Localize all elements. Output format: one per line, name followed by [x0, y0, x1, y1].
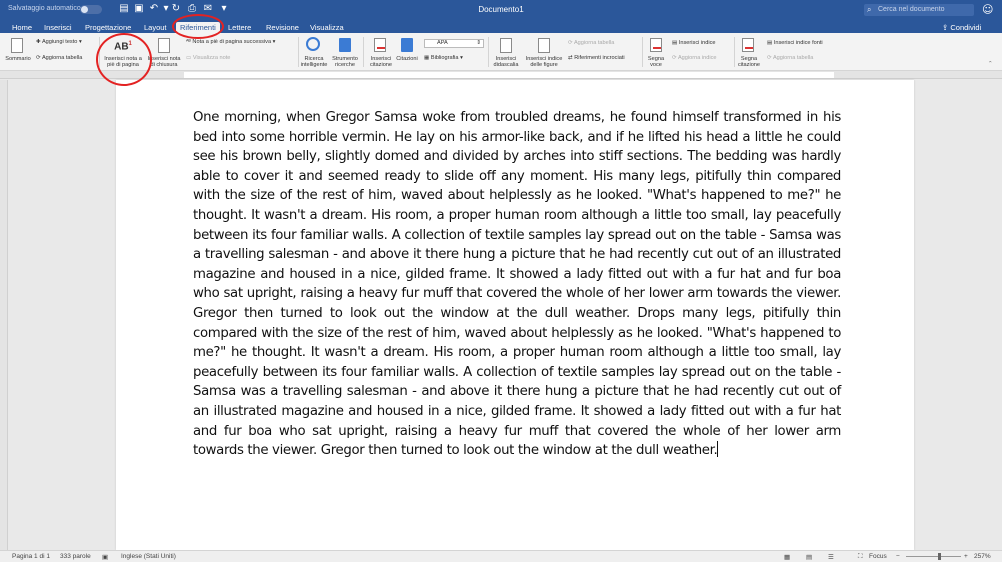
insert-citation-icon[interactable] — [374, 38, 386, 52]
citations-icon[interactable] — [401, 38, 413, 52]
feedback-smiley-icon[interactable]: ☺ — [982, 3, 993, 16]
cross-reference-button[interactable]: ⇄ Riferimenti incrociati — [568, 55, 640, 61]
horizontal-ruler[interactable] — [0, 71, 1002, 79]
insert-caption-button[interactable]: Inserisci didascalia — [490, 56, 522, 68]
status-bar: Pagina 1 di 1 333 parole ▣ Inglese (Stat… — [0, 550, 1002, 562]
tab-mailings[interactable]: Lettere — [224, 22, 255, 33]
title-bar: Salvataggio automatico ▤ ▣ ↶ ▾ ↻ ⎙ ✉ ▾ D… — [0, 0, 1002, 20]
insert-caption-icon[interactable] — [500, 38, 512, 53]
update-figures-table-button[interactable]: ⟳ Aggiorna tabella — [568, 40, 638, 46]
add-text-button[interactable]: ✚ Aggiungi testo ▾ — [36, 39, 96, 45]
search-field[interactable]: ⌕ Cerca nel documento — [864, 4, 974, 16]
insert-table-of-figures-button[interactable]: Inserisci indice delle figure — [522, 56, 566, 68]
update-table-button[interactable]: ⟳ Aggiorna tabella — [36, 55, 96, 61]
tab-home[interactable]: Home — [8, 22, 36, 33]
update-figures-table-label: Aggiorna tabella — [573, 40, 615, 46]
tab-view[interactable]: Visualizza — [306, 22, 348, 33]
print-layout-view-icon[interactable]: ▦ — [784, 553, 790, 561]
update-index-button[interactable]: ⟳ Aggiorna indice — [672, 55, 732, 61]
insert-authorities-button[interactable]: ▤ Inserisci indice fonti — [767, 40, 847, 46]
researcher-icon[interactable] — [339, 38, 351, 52]
smart-lookup-icon[interactable] — [306, 37, 320, 51]
bibliography-label: Bibliografia — [430, 55, 459, 61]
document-canvas[interactable]: One morning, when Gregor Samsa woke from… — [9, 80, 1002, 550]
add-text-label: Aggiungi testo — [41, 39, 78, 45]
text-cursor — [717, 441, 719, 458]
summary-button[interactable]: Sommario — [2, 56, 34, 62]
insert-index-button[interactable]: ▤ Inserisci indice — [672, 40, 732, 46]
collapse-ribbon-icon[interactable]: ⌃ — [988, 61, 993, 67]
zoom-slider-thumb[interactable] — [938, 553, 941, 560]
mark-citation-button[interactable]: Segna citazione — [734, 56, 764, 68]
web-layout-view-icon[interactable]: ▤ — [806, 553, 812, 561]
proofing-icon[interactable]: ▣ — [102, 553, 108, 561]
document-body[interactable]: One morning, when Gregor Samsa woke from… — [193, 108, 841, 461]
focus-icon[interactable]: ⛶ — [858, 553, 863, 561]
style-select[interactable]: APA ⇕ — [424, 39, 484, 48]
highlight-ring-footnote-button — [96, 33, 152, 86]
tab-insert[interactable]: Inserisci — [40, 22, 76, 33]
share-label: Condividi — [950, 23, 982, 32]
ribbon-tabs: Home Inserisci Progettazione Layout Rife… — [0, 20, 1002, 33]
focus-mode-button[interactable]: Focus — [869, 553, 887, 560]
word-count[interactable]: 333 parole — [60, 553, 91, 560]
share-button[interactable]: ⇪ Condividi — [942, 22, 981, 33]
divider — [488, 37, 489, 67]
update-authorities-label: Aggiorna tabella — [772, 55, 814, 61]
tab-review[interactable]: Revisione — [262, 22, 303, 33]
bibliography-button[interactable]: ▦ Bibliografia ▾ — [424, 55, 484, 61]
highlight-ring-references-tab — [172, 14, 224, 39]
mark-citation-icon[interactable] — [742, 38, 754, 52]
update-authorities-button[interactable]: ⟳ Aggiorna tabella — [767, 55, 837, 61]
tab-design[interactable]: Progettazione — [81, 22, 135, 33]
mark-entry-button[interactable]: Segna voce — [643, 56, 669, 68]
style-select-value: APA — [437, 40, 448, 46]
next-footnote-button[interactable]: ᴬᴮ Nota a piè di pagina successiva ▾ — [186, 39, 296, 45]
update-table-label: Aggiorna tabella — [41, 55, 83, 61]
insert-authorities-label: Inserisci indice fonti — [773, 40, 823, 46]
document-page[interactable]: One morning, when Gregor Samsa woke from… — [116, 80, 914, 550]
document-title: Documento1 — [478, 5, 524, 14]
zoom-slider-track[interactable] — [906, 556, 961, 557]
update-index-label: Aggiorna indice — [677, 55, 717, 61]
search-placeholder: Cerca nel documento — [878, 6, 945, 13]
tab-layout[interactable]: Layout — [140, 22, 171, 33]
language-status[interactable]: Inglese (Stati Uniti) — [121, 553, 176, 560]
style-dropdown-icon: ⇕ — [476, 40, 481, 46]
mark-entry-icon[interactable] — [650, 38, 662, 52]
next-footnote-label: Nota a piè di pagina successiva — [192, 39, 272, 45]
search-icon: ⌕ — [867, 5, 872, 14]
outline-view-icon[interactable]: ☰ — [828, 553, 834, 561]
researcher-button[interactable]: Strumento ricerche — [330, 56, 360, 68]
table-of-contents-icon[interactable] — [11, 38, 23, 53]
vertical-ruler[interactable] — [0, 80, 8, 550]
endnote-icon[interactable] — [158, 38, 170, 53]
zoom-out-icon[interactable]: − — [896, 553, 900, 560]
insert-index-label: Inserisci indice — [678, 40, 716, 46]
citations-button[interactable]: Citazioni — [393, 56, 421, 62]
document-paragraph[interactable]: One morning, when Gregor Samsa woke from… — [193, 110, 841, 458]
table-of-figures-icon[interactable] — [538, 38, 550, 53]
page-count[interactable]: Pagina 1 di 1 — [12, 553, 50, 560]
show-notes-button[interactable]: ▭ Visualizza note — [186, 55, 266, 61]
zoom-in-icon[interactable]: + — [964, 553, 968, 560]
ruler-text-area — [184, 72, 834, 78]
smart-lookup-button[interactable]: Ricerca intelligente — [298, 56, 330, 68]
cross-reference-label: Riferimenti incrociati — [574, 55, 625, 61]
show-notes-label: Visualizza note — [192, 55, 231, 61]
divider — [363, 37, 364, 67]
zoom-level[interactable]: 257% — [974, 553, 991, 560]
